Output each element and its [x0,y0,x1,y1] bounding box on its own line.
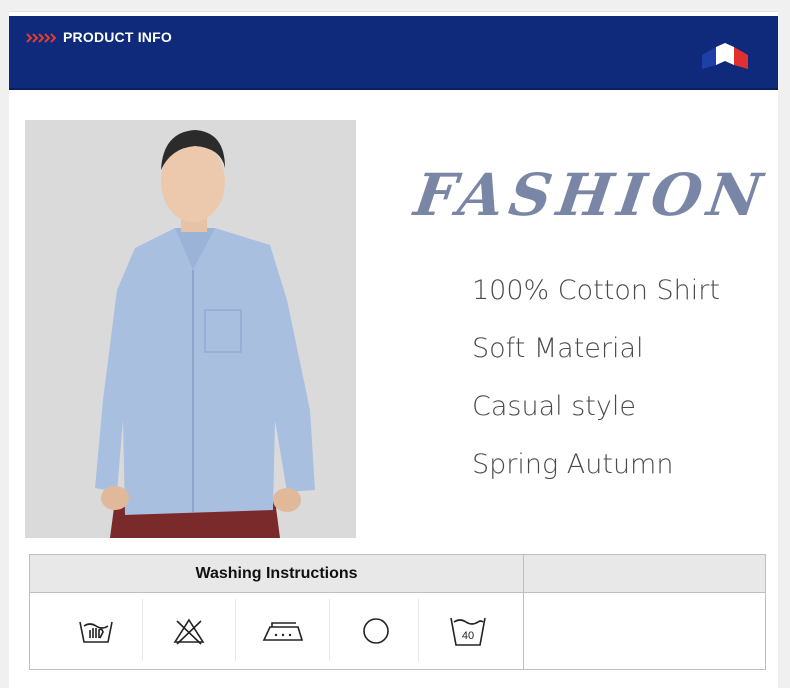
washing-instructions-table: Washing Instructions 40 [29,554,766,670]
feature-item: Casual style [472,391,636,422]
feature-item: Soft Material [472,333,644,364]
french-flag-icon [702,43,748,69]
product-info-header: PRODUCT INFO [9,16,778,90]
hand-wash-icon [50,599,142,663]
feature-item: 100% Cotton Shirt [472,275,720,306]
table-header-empty-cell [524,555,765,593]
triple-chevron-right-icon [26,33,56,43]
feature-item: Spring Autumn [472,449,674,480]
header-title: PRODUCT INFO [63,29,172,45]
washing-icons-row: 40 [30,593,524,669]
wash-temperature-label: 40 [462,630,474,642]
fashion-banner: FASHION [410,152,772,238]
dry-clean-icon [330,599,422,663]
do-not-bleach-icon [143,599,235,663]
model-photo [25,120,356,538]
feature-list: 100% Cotton Shirt Soft Material Casual s… [472,272,720,504]
washing-instructions-heading: Washing Instructions [30,555,524,593]
fashion-word: FASHION [410,161,772,229]
model-illustration [25,120,356,538]
iron-icon [236,599,329,663]
wash-40-icon: 40 [419,599,517,663]
